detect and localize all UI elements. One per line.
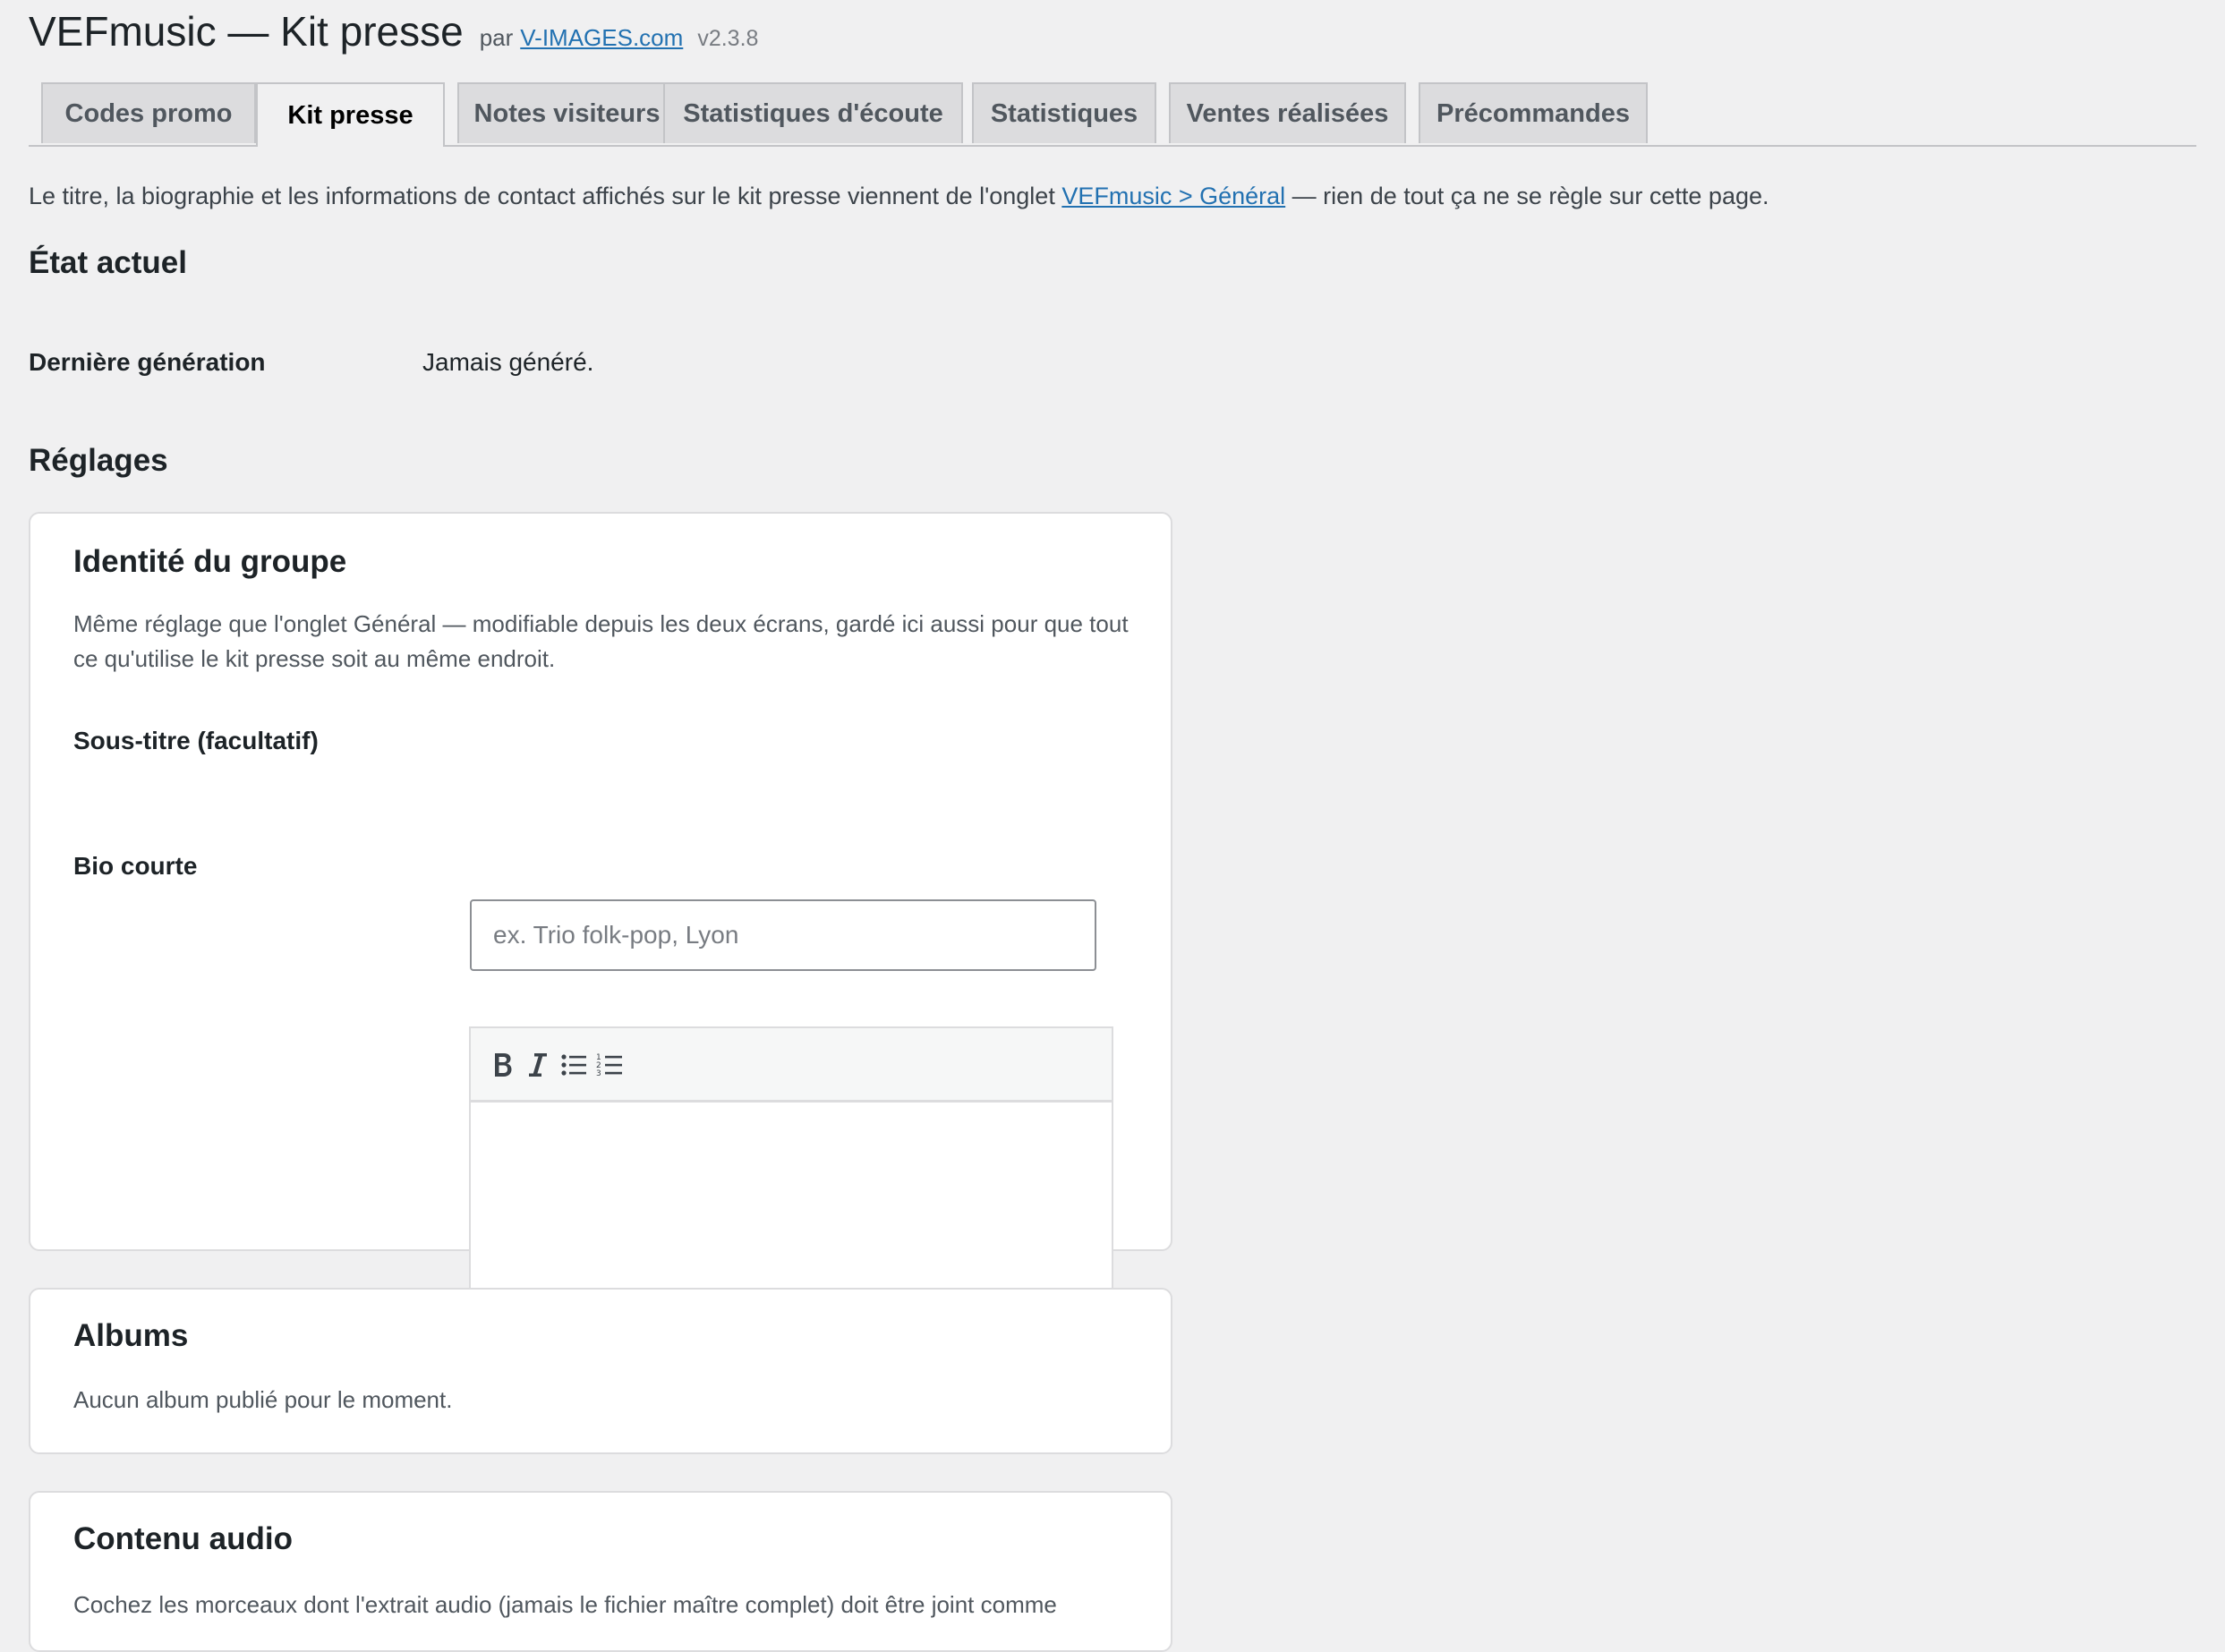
tab-bar: Codes promo Kit presse Notes visiteurs S… [29,82,2196,147]
author-link[interactable]: V-IMAGES.com [520,24,683,51]
editor-toolbar: 123 [471,1028,1112,1103]
tab-statistiques[interactable]: Statistiques [972,82,1156,143]
svg-text:3: 3 [596,1069,601,1078]
albums-title: Albums [73,1318,189,1353]
audio-title: Contenu audio [73,1521,293,1556]
tab-ventes-realisees[interactable]: Ventes réalisées [1169,82,1406,143]
byline-label: par [479,24,514,51]
audio-card: Contenu audio Cochez les morceaux dont l… [29,1491,1172,1652]
audio-description: Cochez les morceaux dont l'extrait audio… [73,1591,1057,1618]
tab-statistiques-ecoute[interactable]: Statistiques d'écoute [663,82,963,143]
identity-title: Identité du groupe [73,544,347,579]
page: VEFmusic — Kit presse par V-IMAGES.com v2… [0,0,2225,1652]
identity-description: Même réglage que l'onglet Général — modi… [73,610,1129,672]
bio-label: Bio courte [73,852,198,880]
subtitle-input[interactable] [470,899,1096,971]
title-row: VEFmusic — Kit presse par V-IMAGES.com v2… [29,7,758,55]
general-tab-link[interactable]: VEFmusic > Général [1061,183,1285,209]
numbered-list-icon[interactable]: 123 [589,1044,630,1086]
version-badge: v2.3.8 [697,26,759,51]
byline: par V-IMAGES.com [480,24,684,52]
settings-heading: Réglages [29,443,168,478]
current-state-heading: État actuel [29,245,187,280]
subtitle-label: Sous-titre (facultatif) [73,727,319,754]
albums-description: Aucun album publié pour le moment. [73,1386,453,1413]
intro-text-after: — rien de tout ça ne se règle sur cette … [1285,183,1769,209]
identity-card: Identité du groupe Même réglage que l'on… [29,512,1172,1384]
last-generation-label: Dernière génération [29,348,266,376]
tab-notes-visiteurs[interactable]: Notes visiteurs [457,82,677,143]
tab-codes-promo[interactable]: Codes promo [41,82,256,143]
last-generation-value: Jamais généré. [422,348,594,376]
tab-precommandes[interactable]: Précommandes [1419,82,1648,143]
page-title: VEFmusic — Kit presse [29,8,464,55]
intro-notice: Le titre, la biographie et les informati… [29,183,1769,210]
intro-text-before: Le titre, la biographie et les informati… [29,183,1062,209]
albums-card: Albums Aucun album publié pour le moment… [29,1288,1172,1454]
tab-kit-presse[interactable]: Kit presse [256,82,445,147]
